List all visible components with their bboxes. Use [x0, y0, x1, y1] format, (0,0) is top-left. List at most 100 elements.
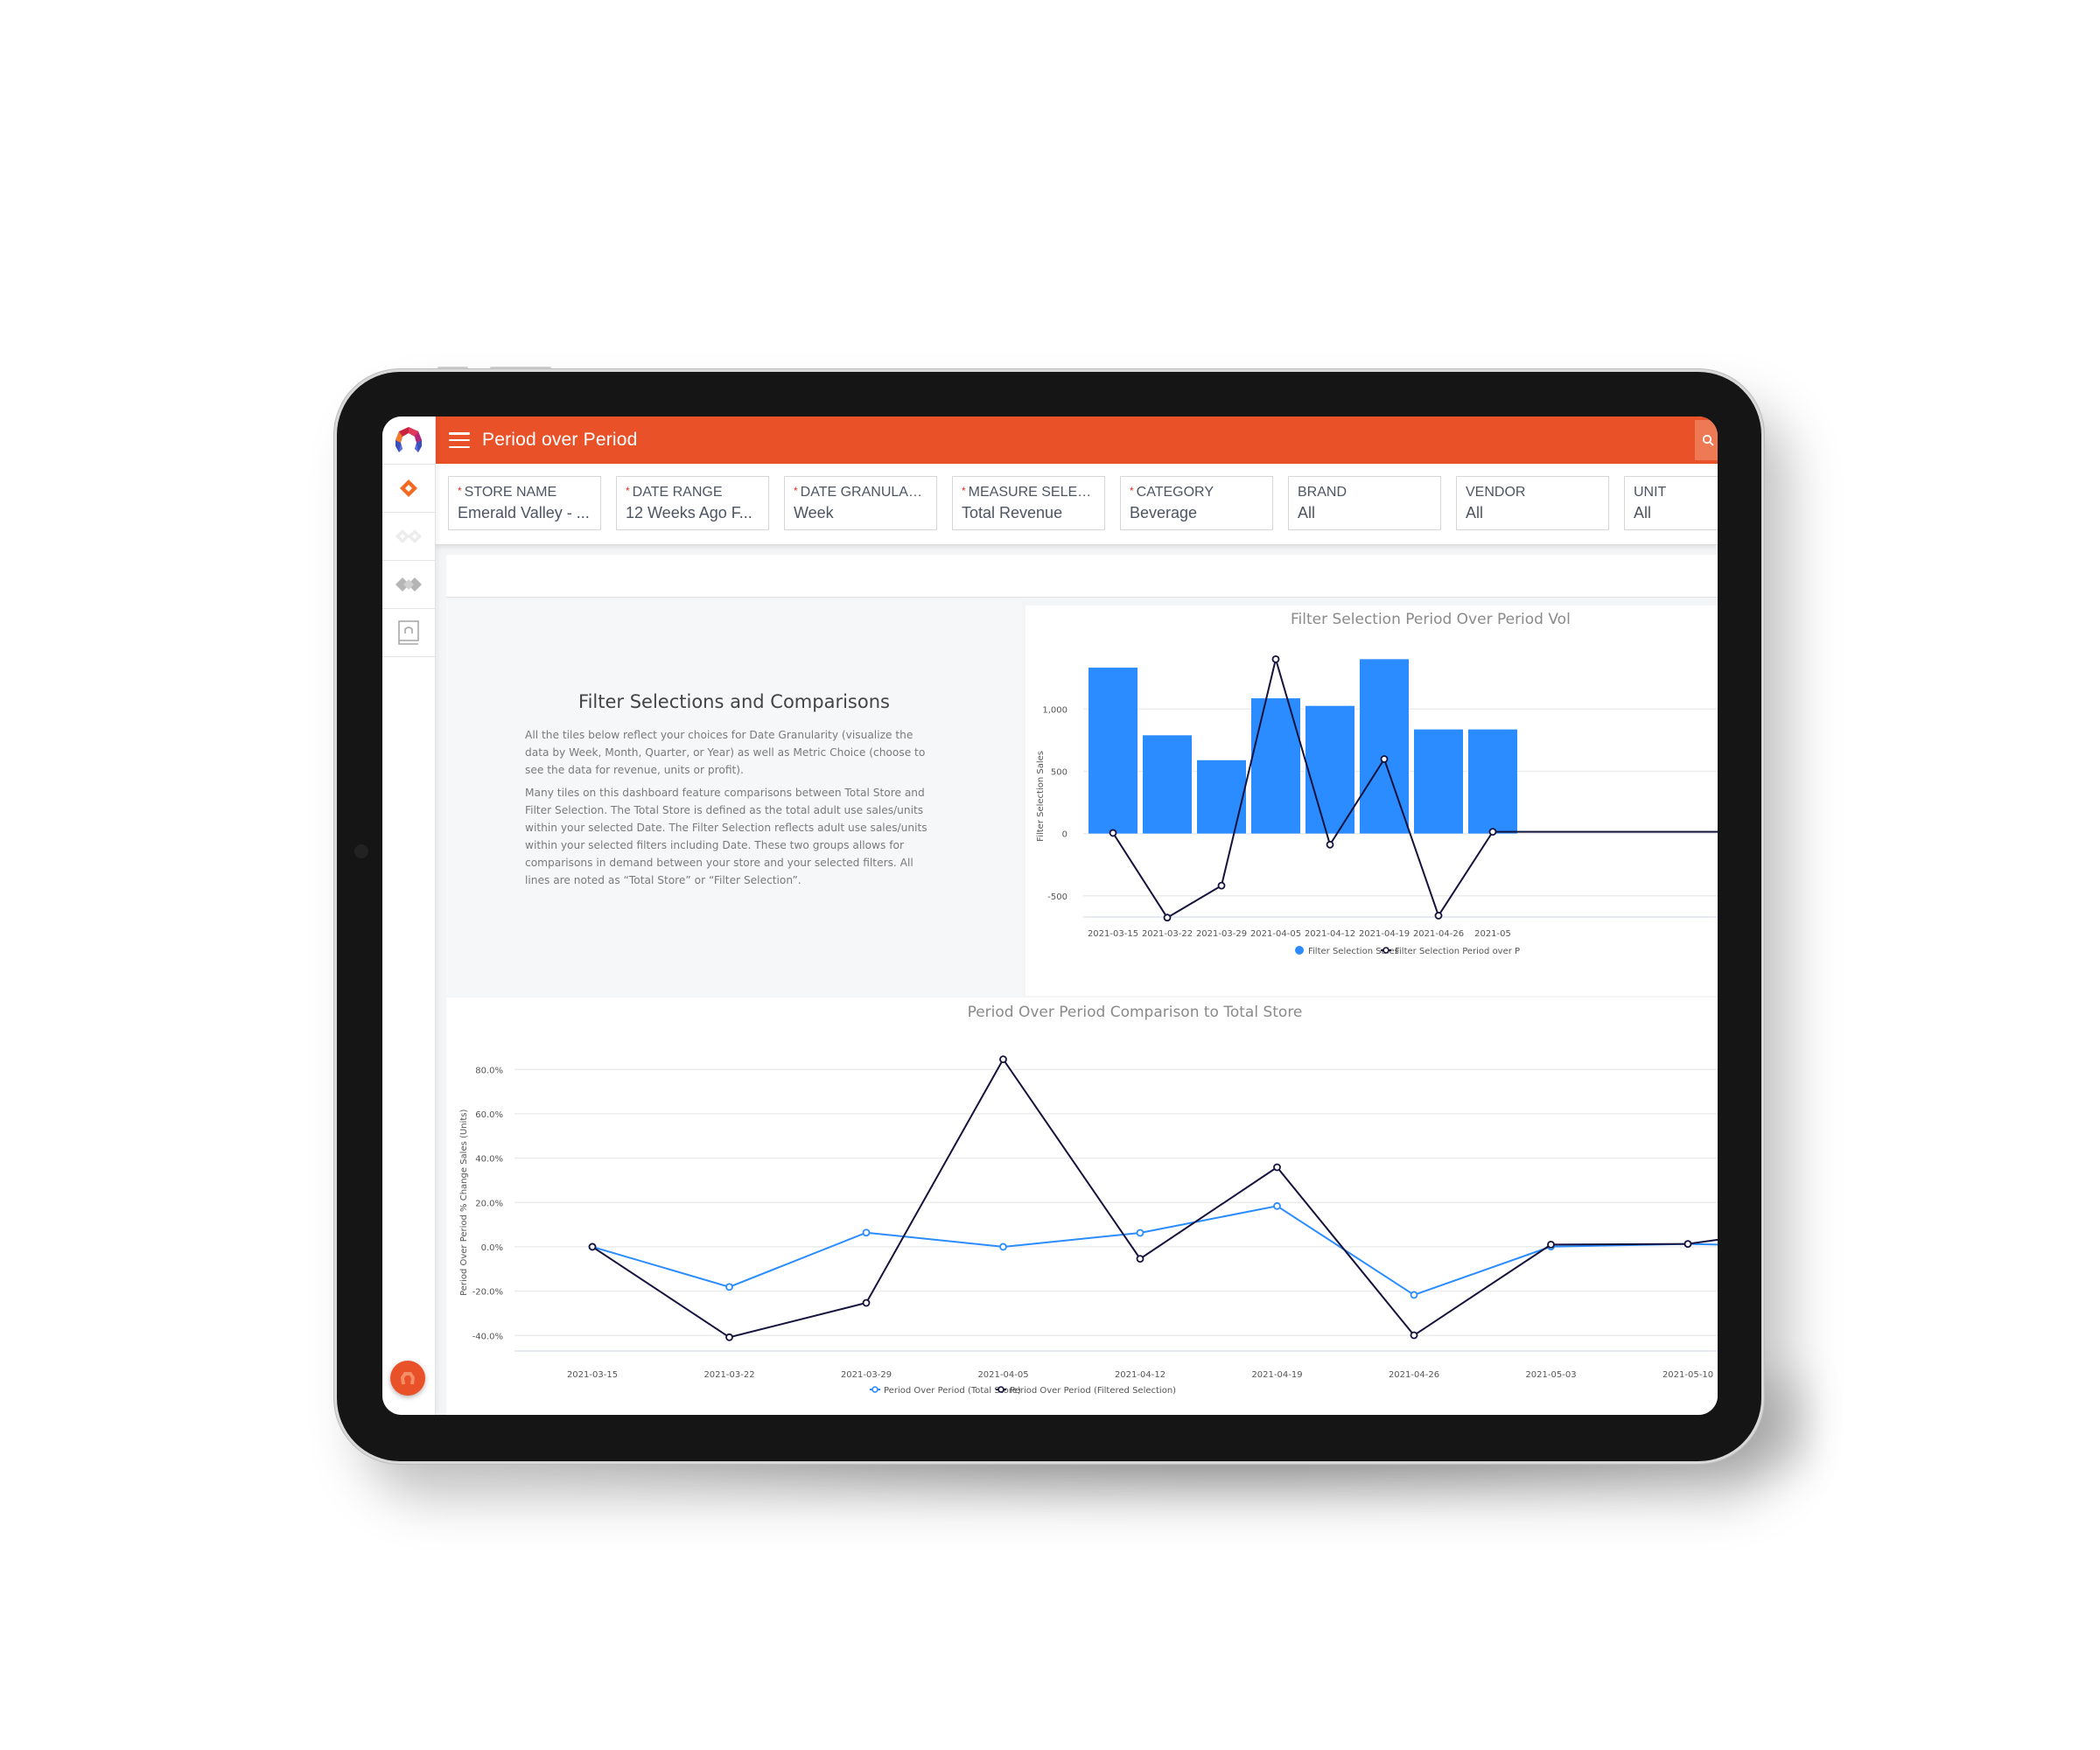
data-point — [1380, 755, 1389, 763]
data-point — [1163, 914, 1172, 922]
sidebar-item-docs[interactable] — [382, 609, 435, 657]
sidebar-item-explore[interactable] — [382, 513, 435, 561]
bar-chart-tile: Filter Selection Period Over Period Vol -… — [1026, 606, 1718, 996]
x-tick-label: 2021-04-05 — [977, 1370, 1028, 1380]
bar — [1414, 729, 1463, 834]
data-point — [725, 1333, 733, 1341]
filter-vendor[interactable]: VENDOR All — [1456, 476, 1609, 530]
filter-label: STORE NAME — [464, 485, 557, 500]
required-asterisk: * — [962, 485, 966, 497]
filter-value: All — [1466, 504, 1484, 522]
bar — [1143, 735, 1192, 834]
filter-category[interactable]: * CATEGORY Beverage — [1120, 476, 1273, 530]
series-line — [592, 1057, 1718, 1339]
series-line — [592, 1205, 1718, 1297]
comparison-line-chart: Period Over Period Comparison to Total S… — [459, 1004, 1718, 1396]
filter-value: Beverage — [1130, 504, 1198, 522]
data-point — [999, 1242, 1007, 1251]
legend-marker — [872, 1386, 878, 1393]
bar — [1088, 668, 1138, 834]
y-tick-label: 80.0% — [475, 1066, 503, 1075]
search-button[interactable] — [1695, 420, 1718, 460]
x-tick-label: 2021-03-29 — [841, 1370, 892, 1380]
x-tick-label: 2021-04-19 — [1359, 929, 1410, 939]
bar — [1197, 760, 1246, 834]
book-icon — [398, 620, 419, 645]
filter-label: VENDOR — [1466, 485, 1526, 500]
top-header: Period over Period — [435, 416, 1718, 464]
y-axis-label: Period Over Period % Change Sales (Units… — [459, 1110, 469, 1296]
data-point — [999, 1055, 1007, 1064]
data-point — [1217, 881, 1226, 890]
x-tick-label: 2021-04-26 — [1413, 929, 1464, 939]
bar — [1306, 705, 1354, 834]
required-asterisk: * — [458, 485, 462, 497]
filter-date-range[interactable]: * DATE RANGE 12 Weeks Ago F... — [616, 476, 769, 530]
info-title: Filter Selections and Comparisons — [578, 691, 890, 712]
line-chart-tile: Period Over Period Comparison to Total S… — [446, 998, 1718, 1415]
y-tick-label: -40.0% — [472, 1332, 503, 1341]
bar-line-chart: Filter Selection Period Over Period Vol -… — [1036, 611, 1718, 956]
data-point — [862, 1228, 871, 1237]
bar — [1468, 729, 1517, 834]
app-logo[interactable] — [382, 416, 435, 465]
chart-title: Period Over Period Comparison to Total S… — [968, 1004, 1303, 1021]
diamond-orange-icon — [400, 480, 417, 497]
data-point — [1434, 912, 1443, 920]
y-tick-label: 60.0% — [475, 1110, 503, 1120]
data-point — [1109, 829, 1117, 837]
info-text-tile: Filter Selections and Comparisons All th… — [446, 600, 1022, 996]
required-asterisk: * — [1130, 485, 1134, 497]
sidebar — [382, 416, 436, 1415]
filter-date-granularity[interactable]: * DATE GRANULAR... Week — [784, 476, 937, 530]
filter-brand[interactable]: BRAND All — [1288, 476, 1441, 530]
x-tick-label: 2021-03-15 — [567, 1370, 618, 1380]
app-screen: Period over Period * STORE NAME Emerald V… — [382, 416, 1718, 1415]
y-tick-label: -500 — [1047, 892, 1068, 902]
filter-label: CATEGORY — [1136, 485, 1214, 500]
device-button — [438, 367, 468, 371]
data-point — [1271, 654, 1280, 663]
filter-measure-selection[interactable]: * MEASURE SELEC... Total Revenue — [952, 476, 1105, 530]
sidebar-item-dashboards[interactable] — [382, 465, 435, 513]
filter-label: UNIT — [1634, 485, 1667, 500]
x-tick-label: 2021-04-12 — [1115, 1370, 1166, 1380]
info-paragraph-2: Many tiles on this dashboard feature com… — [525, 787, 928, 886]
filter-value: Total Revenue — [962, 504, 1063, 522]
y-tick-label: 0 — [1062, 830, 1068, 840]
y-tick-label: 20.0% — [475, 1199, 503, 1208]
filter-store-name[interactable]: * STORE NAME Emerald Valley - ... — [448, 476, 601, 530]
y-tick-label: 1,000 — [1042, 705, 1068, 715]
camera-icon — [354, 844, 368, 858]
required-asterisk: * — [794, 485, 798, 497]
y-tick-label: -20.0% — [472, 1288, 503, 1298]
x-tick-label: 2021-05-10 — [1662, 1370, 1713, 1380]
data-point — [725, 1283, 733, 1292]
x-tick-label: 2021-03-22 — [1142, 929, 1193, 939]
legend-label: Period Over Period (Filtered Selection) — [1010, 1386, 1176, 1396]
data-point — [1136, 1255, 1144, 1264]
sidebar-item-develop[interactable] — [382, 561, 435, 609]
y-tick-label: 0.0% — [481, 1243, 503, 1253]
filter-value: Week — [794, 504, 834, 522]
x-tick-label: 2021-04-12 — [1305, 929, 1355, 939]
x-tick-label: 2021-05 — [1474, 929, 1511, 939]
app-logo-icon — [396, 427, 422, 452]
data-point — [1273, 1163, 1281, 1172]
hamburger-icon[interactable] — [449, 432, 470, 448]
dashboard-area: Filter Selections and Comparisons All th… — [435, 544, 1718, 1415]
filter-value: Emerald Valley - ... — [458, 504, 590, 522]
filter-label: DATE GRANULAR... — [800, 485, 928, 500]
filter-bar: * STORE NAME Emerald Valley - ... * DATE R… — [435, 464, 1718, 545]
blank-tile — [446, 555, 1718, 598]
filter-label: DATE RANGE — [632, 485, 723, 500]
diamond-pair-gray-icon — [396, 578, 422, 592]
data-point — [1684, 1240, 1692, 1249]
filter-unit[interactable]: UNIT All — [1624, 476, 1718, 530]
chart-title: Filter Selection Period Over Period Vol — [1291, 611, 1571, 628]
legend-label: Filter Selection Period over P — [1395, 947, 1520, 956]
y-tick-label: 40.0% — [475, 1155, 503, 1165]
x-tick-label: 2021-03-22 — [704, 1370, 754, 1380]
help-fab-button[interactable] — [390, 1361, 425, 1396]
info-paragraph-1: All the tiles below reflect your choices… — [525, 729, 926, 776]
